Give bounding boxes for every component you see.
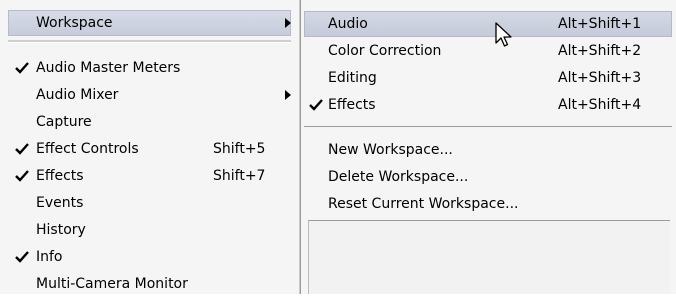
menu-item-label: Audio Master Meters [36,60,181,76]
menu-separator [8,40,291,43]
workspace-item-audio[interactable]: Audio Alt+Shift+1 [301,11,676,37]
menu-item-label: Audio Mixer [36,87,119,103]
checkmark-icon [309,99,323,111]
checkmark-icon [15,143,29,155]
menu-item-audio-mixer[interactable]: Audio Mixer [0,82,299,108]
shortcut-label: Alt+Shift+2 [558,43,642,59]
checkmark-icon [15,62,29,74]
menu-item-effects[interactable]: Effects Shift+7 [0,163,299,189]
checkmark-icon [15,251,29,263]
shortcut-label: Alt+Shift+3 [558,70,642,86]
menu-item-label: Workspace [36,15,113,31]
menu-item-label: Effects [36,168,84,184]
submenu-arrow-icon [285,18,291,28]
menu-item-label: Delete Workspace... [328,169,469,185]
window-menu: Workspace Audio Master Meters Audio Mixe… [0,0,300,294]
menu-item-label: Multi-Camera Monitor [36,276,188,292]
menu-item-label: Effects [328,97,376,113]
background-panel [308,220,670,294]
workspace-submenu: Audio Alt+Shift+1 Color Correction Alt+S… [300,0,676,294]
menu-item-label: Editing [328,70,377,86]
shortcut-label: Alt+Shift+4 [558,97,642,113]
menu-item-label: Capture [36,114,92,130]
shortcut-label: Alt+Shift+1 [558,16,642,32]
workspace-item-color-correction[interactable]: Color Correction Alt+Shift+2 [301,38,676,64]
shortcut-label: Shift+7 [213,168,266,184]
workspace-item-reset-current-workspace[interactable]: Reset Current Workspace... [301,191,676,217]
mouse-pointer-icon [495,22,513,52]
menu-item-history[interactable]: History [0,217,299,243]
menu-item-label: Reset Current Workspace... [328,196,519,212]
workspace-item-delete-workspace[interactable]: Delete Workspace... [301,164,676,190]
menu-item-label: Info [36,249,63,265]
menu-item-events[interactable]: Events [0,190,299,216]
menu-item-workspace[interactable]: Workspace [0,10,299,36]
menu-item-capture[interactable]: Capture [0,109,299,135]
workspace-item-new-workspace[interactable]: New Workspace... [301,137,676,163]
submenu-arrow-icon [285,90,291,100]
menu-item-multi-camera-monitor[interactable]: Multi-Camera Monitor [0,271,299,297]
menu-item-audio-master-meters[interactable]: Audio Master Meters [0,55,299,81]
menu-item-effect-controls[interactable]: Effect Controls Shift+5 [0,136,299,162]
menu-item-label: History [36,222,86,238]
shortcut-label: Shift+5 [213,141,266,157]
menu-separator [304,126,672,127]
menu-item-label: Audio [328,16,368,32]
checkmark-icon [15,170,29,182]
menu-item-label: New Workspace... [328,142,453,158]
menu-item-label: Effect Controls [36,141,139,157]
menu-item-label: Events [36,195,84,211]
workspace-item-effects[interactable]: Effects Alt+Shift+4 [301,92,676,118]
menu-item-info[interactable]: Info [0,244,299,270]
workspace-item-editing[interactable]: Editing Alt+Shift+3 [301,65,676,91]
menu-item-label: Color Correction [328,43,442,59]
